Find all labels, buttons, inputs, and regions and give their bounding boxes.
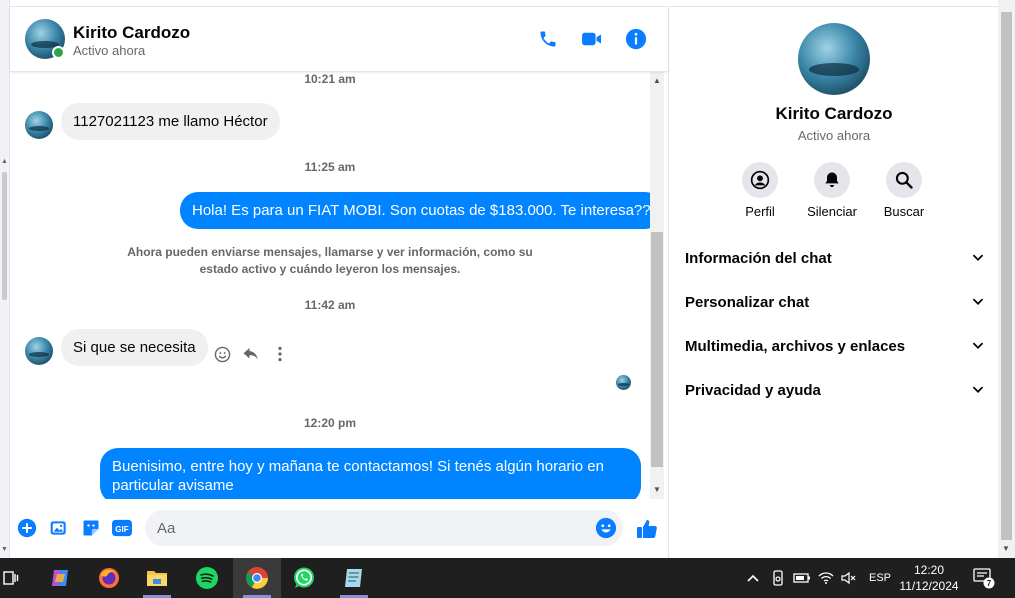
- language-indicator[interactable]: ESP: [869, 558, 891, 598]
- spotify-icon[interactable]: [187, 558, 227, 598]
- section-label: Multimedia, archivos y enlaces: [685, 337, 906, 355]
- clock-time: 12:20: [913, 563, 945, 577]
- task-view-icon[interactable]: [0, 558, 22, 598]
- profile-button[interactable]: Perfil: [725, 162, 795, 219]
- chat-panel: Kirito Cardozo Activo ahora 10:21 am 112…: [10, 6, 668, 558]
- search-icon: [886, 162, 922, 198]
- whatsapp-icon[interactable]: [284, 558, 324, 598]
- phone-icon[interactable]: [536, 27, 560, 51]
- incoming-message[interactable]: Si que se necesita: [61, 329, 208, 366]
- file-explorer-icon[interactable]: [137, 558, 177, 598]
- mute-button[interactable]: Silenciar: [797, 162, 867, 219]
- sticker-icon[interactable]: [80, 517, 102, 539]
- notification-count: 7: [987, 579, 992, 588]
- section-chat-info[interactable]: Información del chat: [685, 240, 985, 276]
- contact-name[interactable]: Kirito Cardozo: [73, 23, 190, 43]
- scroll-thumb[interactable]: [651, 232, 663, 467]
- scroll-thumb[interactable]: [2, 172, 7, 300]
- chevron-down-icon: [973, 298, 983, 305]
- online-indicator: [52, 46, 65, 59]
- chevron-down-icon: [973, 254, 983, 261]
- search-button[interactable]: Buscar: [869, 162, 939, 219]
- chevron-down-icon: [973, 386, 983, 393]
- sender-avatar[interactable]: [25, 337, 53, 365]
- timestamp: 12:20 pm: [303, 416, 357, 430]
- emoji-icon[interactable]: [595, 517, 617, 539]
- window-scrollbar[interactable]: ▼: [998, 0, 1015, 558]
- incoming-message[interactable]: 1127021123 me llamo Héctor: [61, 103, 280, 140]
- seen-indicator-avatar: [616, 375, 631, 390]
- taskbar-clock[interactable]: 12:20 11/12/2024: [896, 562, 962, 594]
- scroll-down-arrow[interactable]: ▼: [1002, 544, 1010, 553]
- firefox-icon[interactable]: [89, 558, 129, 598]
- timestamp: 11:42 am: [304, 298, 356, 312]
- bell-icon: [814, 162, 850, 198]
- video-camera-icon[interactable]: [580, 27, 604, 51]
- mute-button-label: Silenciar: [807, 204, 857, 219]
- scroll-down-arrow[interactable]: ▼: [1, 546, 8, 553]
- chrome-icon[interactable]: [233, 558, 281, 598]
- section-privacy-help[interactable]: Privacidad y ayuda: [685, 372, 985, 408]
- profile-name: Kirito Cardozo: [775, 104, 893, 123]
- notes-app-icon[interactable]: [334, 558, 374, 598]
- profile-avatar-large[interactable]: [798, 23, 870, 95]
- left-scrollbar[interactable]: ▲ ▼: [0, 0, 10, 558]
- photo-icon[interactable]: [48, 517, 70, 539]
- battery-icon[interactable]: [793, 558, 811, 598]
- section-label: Información del chat: [685, 249, 832, 267]
- more-options-icon[interactable]: [270, 344, 290, 364]
- profile-button-label: Perfil: [745, 204, 775, 219]
- section-label: Personalizar chat: [685, 293, 810, 311]
- profile-status: Activo ahora: [797, 128, 871, 143]
- message-input[interactable]: [145, 510, 623, 546]
- system-notice: Ahora pueden enviarse mensajes, llamarse…: [127, 245, 533, 276]
- phone-link-icon[interactable]: [771, 558, 785, 598]
- thumbs-up-icon[interactable]: [634, 516, 660, 542]
- chat-header: Kirito Cardozo Activo ahora: [10, 7, 668, 72]
- section-customize-chat[interactable]: Personalizar chat: [685, 284, 985, 320]
- message-scrollbar[interactable]: ▲ ▼: [650, 72, 664, 499]
- scroll-down-arrow[interactable]: ▼: [653, 485, 661, 494]
- scroll-up-arrow[interactable]: ▲: [1, 158, 8, 165]
- sender-avatar[interactable]: [25, 111, 53, 139]
- gif-label: GIF: [115, 525, 129, 534]
- gif-icon[interactable]: GIF: [111, 517, 133, 539]
- clock-date: 11/12/2024: [899, 579, 959, 593]
- copilot-icon[interactable]: [40, 558, 80, 598]
- show-hidden-icons[interactable]: [746, 558, 760, 598]
- info-icon[interactable]: [624, 27, 648, 51]
- wifi-icon[interactable]: [818, 558, 834, 598]
- section-label: Privacidad y ayuda: [685, 381, 821, 399]
- chevron-down-icon: [973, 342, 983, 349]
- timestamp: 11:25 am: [304, 160, 356, 174]
- scroll-thumb[interactable]: [1001, 12, 1012, 540]
- add-plus-icon[interactable]: [16, 517, 38, 539]
- scroll-up-arrow[interactable]: ▲: [653, 76, 661, 85]
- profile-icon: [742, 162, 778, 198]
- outgoing-message[interactable]: Buenisimo, entre hoy y mañana te contact…: [100, 448, 641, 499]
- conversation-info-panel: Kirito Cardozo Activo ahora Perfil Silen…: [668, 6, 998, 558]
- message-actions: [212, 344, 290, 364]
- taskbar: ESP 12:20 11/12/2024 7: [0, 558, 1015, 598]
- timestamp: 10:21 am: [304, 72, 356, 86]
- composer-bar: GIF: [10, 505, 668, 553]
- outgoing-message[interactable]: Hola! Es para un FIAT MOBI. Son cuotas d…: [180, 192, 663, 229]
- contact-status: Activo ahora: [73, 43, 146, 58]
- section-media-files-links[interactable]: Multimedia, archivos y enlaces: [685, 328, 985, 364]
- notifications-icon[interactable]: 7: [973, 558, 995, 598]
- react-emoji-icon[interactable]: [212, 344, 232, 364]
- volume-muted-icon[interactable]: [841, 558, 857, 598]
- reply-icon[interactable]: [241, 344, 261, 364]
- message-list: 10:21 am 1127021123 me llamo Héctor 11:2…: [10, 72, 668, 499]
- search-button-label: Buscar: [883, 204, 925, 219]
